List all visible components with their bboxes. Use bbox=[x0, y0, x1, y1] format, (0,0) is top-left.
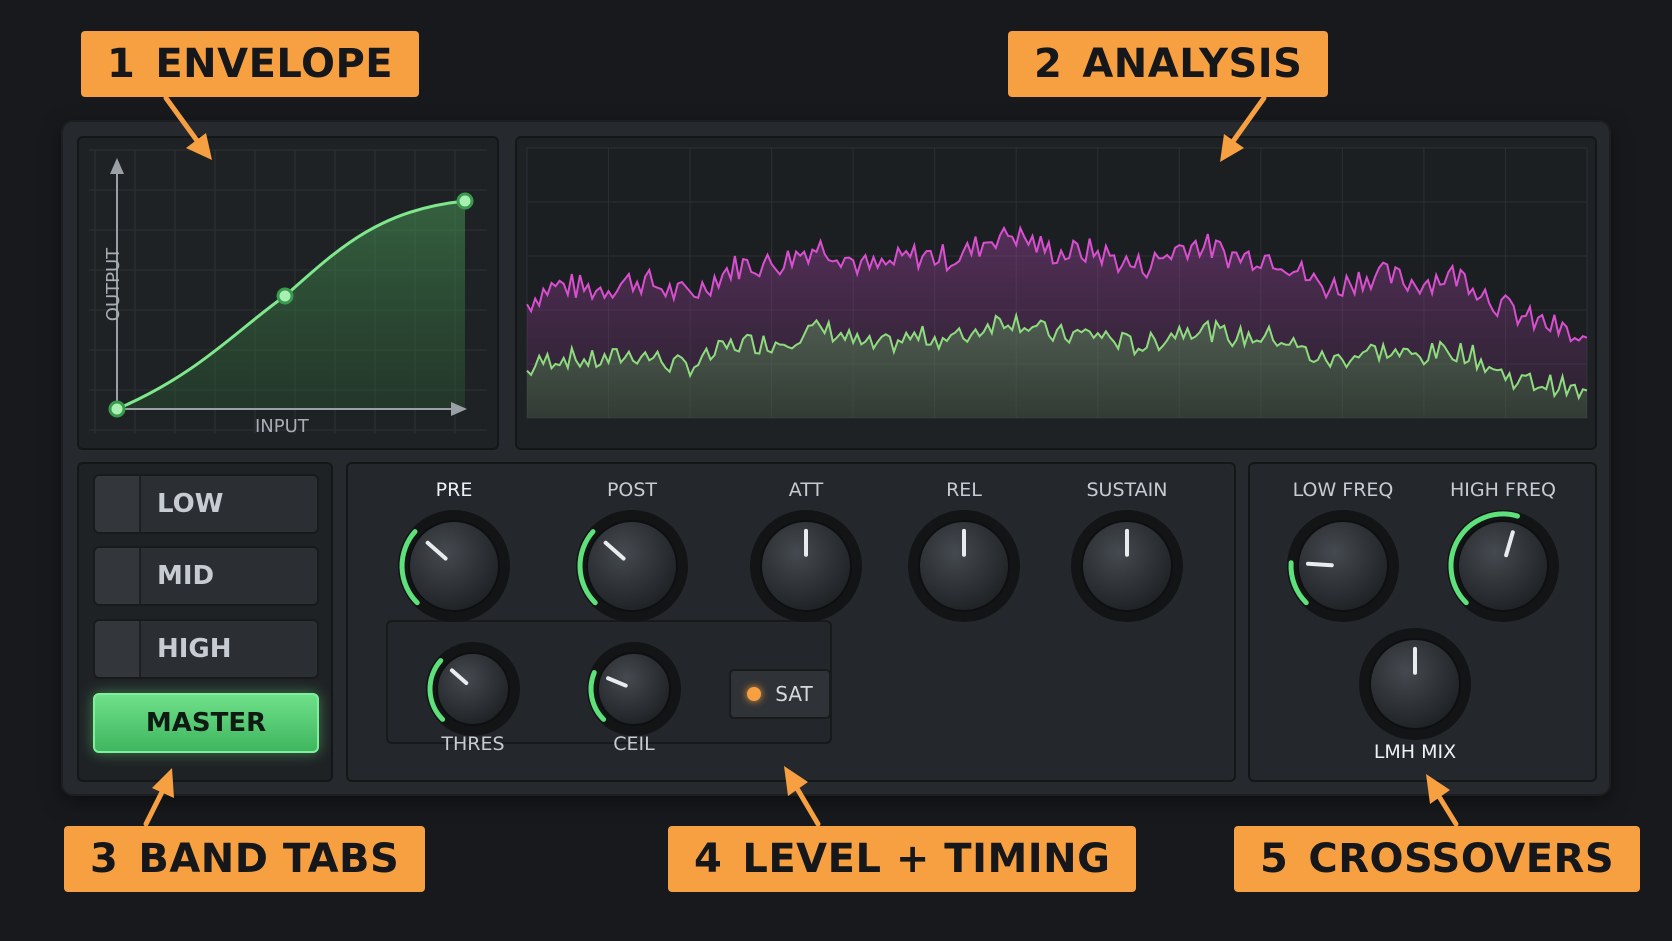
callout-label: ANALYSIS bbox=[1082, 41, 1303, 87]
lmh-mix-knob[interactable] bbox=[1357, 626, 1473, 742]
sustain-knob[interactable] bbox=[1069, 508, 1185, 624]
knob-label-pre: PRE bbox=[435, 479, 473, 501]
callout-envelope: 1 ENVELOPE bbox=[81, 31, 420, 97]
callout-level-timing: 4 LEVEL + TIMING bbox=[668, 826, 1137, 892]
sat-label: SAT bbox=[775, 682, 813, 706]
knob-label-att: ATT bbox=[788, 479, 824, 501]
release-knob[interactable] bbox=[906, 508, 1022, 624]
tab-label: HIGH bbox=[157, 634, 232, 664]
ceiling-knob[interactable] bbox=[585, 640, 683, 738]
callout-number: 3 bbox=[90, 836, 119, 882]
tab-high[interactable]: HIGH bbox=[93, 619, 319, 679]
callout-label: LEVEL + TIMING bbox=[742, 836, 1111, 882]
knob-label-rel: REL bbox=[946, 479, 982, 501]
threshold-knob[interactable] bbox=[424, 640, 522, 738]
tab-mid[interactable]: MID bbox=[93, 546, 319, 606]
y-axis-label: OUTPUT bbox=[103, 247, 125, 322]
callout-label: BAND TABS bbox=[138, 836, 400, 882]
tab-label: LOW bbox=[157, 489, 224, 519]
tab-label: MID bbox=[157, 561, 215, 591]
callout-number: 2 bbox=[1034, 41, 1063, 87]
callout-band-tabs: 3 BAND TABS bbox=[64, 826, 426, 892]
envelope-node-start[interactable] bbox=[108, 400, 126, 418]
tab-master[interactable]: MASTER bbox=[93, 693, 319, 753]
knob-label-low-freq: LOW FREQ bbox=[1292, 479, 1394, 501]
high-freq-knob[interactable] bbox=[1445, 508, 1561, 624]
knob-body bbox=[586, 520, 678, 612]
pre-knob[interactable] bbox=[396, 508, 512, 624]
callout-analysis: 2 ANALYSIS bbox=[1008, 31, 1329, 97]
tab-label: MASTER bbox=[145, 708, 267, 738]
callout-crossovers: 5 CROSSOVERS bbox=[1234, 826, 1641, 892]
knob-label-lmh-mix: LMH MIX bbox=[1373, 741, 1457, 763]
tab-low[interactable]: LOW bbox=[93, 474, 319, 534]
post-knob[interactable] bbox=[574, 508, 690, 624]
callout-number: 4 bbox=[694, 836, 723, 882]
y-axis-arrow-icon bbox=[110, 158, 124, 174]
analysis-panel bbox=[515, 136, 1597, 450]
callout-label: ENVELOPE bbox=[155, 41, 394, 87]
knob-label-sustain: SUSTAIN bbox=[1086, 479, 1168, 501]
knob-body bbox=[436, 652, 510, 726]
envelope-node-end[interactable] bbox=[456, 192, 474, 210]
band-tabs-panel: LOW MID HIGH MASTER bbox=[77, 462, 333, 782]
knob-body bbox=[408, 520, 500, 612]
arrow-level-timing bbox=[795, 787, 821, 827]
knob-label-high-freq: HIGH FREQ bbox=[1449, 479, 1557, 501]
envelope-curve-fill bbox=[117, 201, 465, 409]
envelope-graph bbox=[89, 149, 487, 434]
envelope-panel[interactable]: INPUT OUTPUT bbox=[77, 136, 499, 450]
tab-indicator bbox=[95, 621, 141, 677]
low-freq-knob[interactable] bbox=[1285, 508, 1401, 624]
spectrum-display bbox=[526, 147, 1588, 419]
knob-body bbox=[1457, 520, 1549, 612]
callout-number: 1 bbox=[107, 41, 136, 87]
tab-indicator bbox=[95, 548, 141, 604]
knob-body bbox=[597, 652, 671, 726]
tab-indicator bbox=[95, 476, 141, 532]
envelope-node-mid[interactable] bbox=[276, 287, 294, 305]
x-axis-label: INPUT bbox=[255, 416, 309, 437]
sat-indicator-icon bbox=[747, 687, 762, 701]
attack-knob[interactable] bbox=[748, 508, 864, 624]
callout-number: 5 bbox=[1260, 836, 1289, 882]
arrow-band-tabs bbox=[143, 789, 165, 827]
callout-label: CROSSOVERS bbox=[1308, 836, 1615, 882]
knob-label-post: POST bbox=[606, 479, 658, 501]
sat-button[interactable]: SAT bbox=[729, 669, 831, 719]
knob-pointer bbox=[1305, 561, 1334, 568]
arrow-crossovers bbox=[1437, 795, 1459, 827]
